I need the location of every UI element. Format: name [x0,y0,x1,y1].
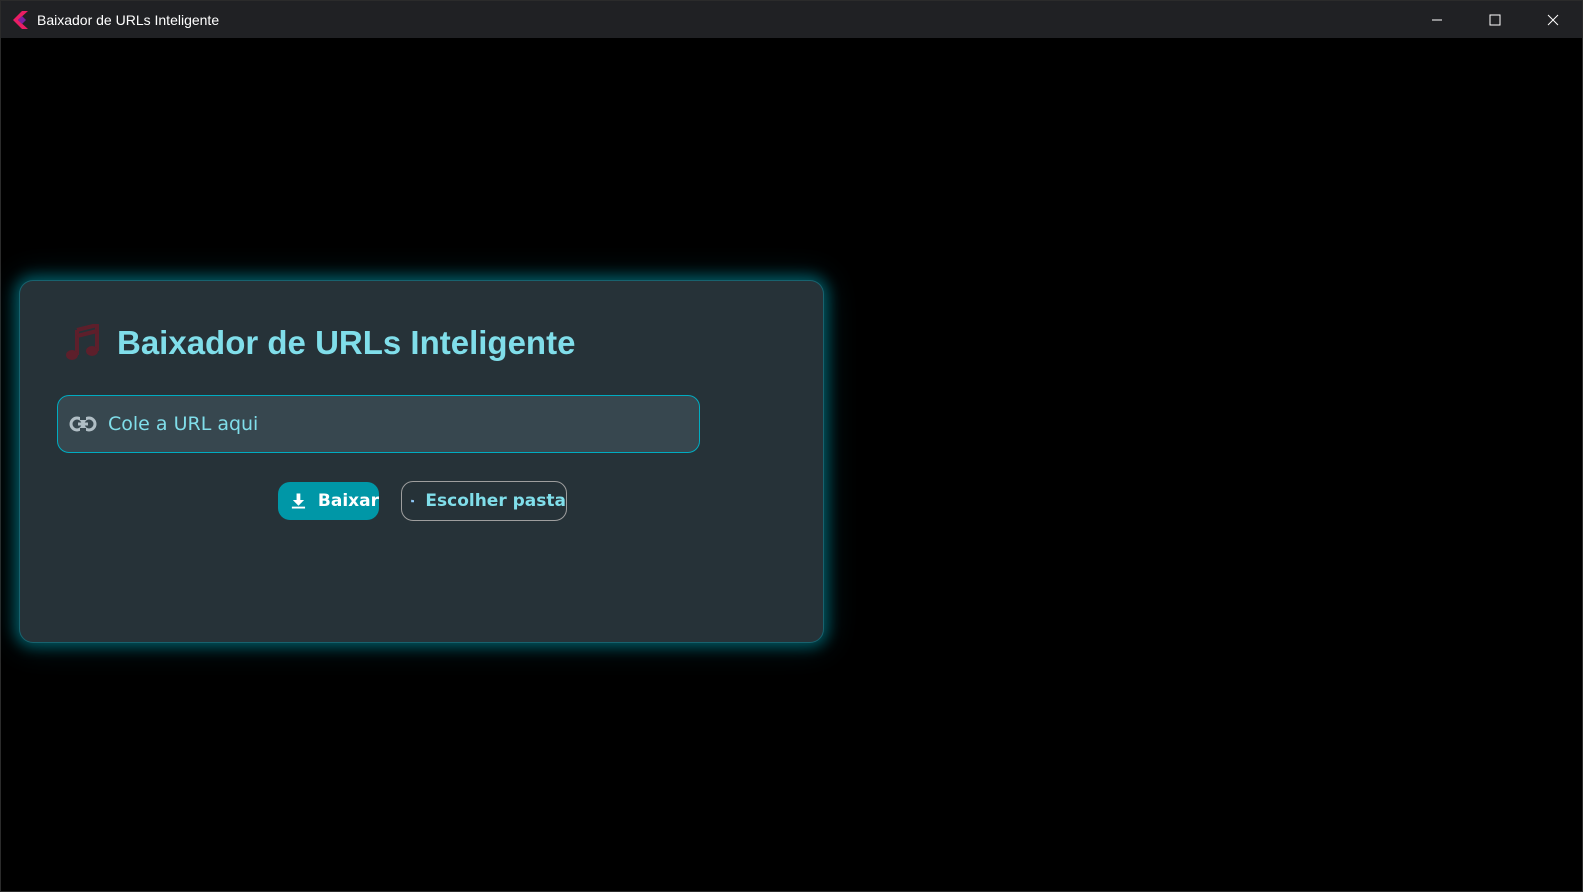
url-input[interactable] [108,413,668,435]
download-button[interactable]: Baixar [278,482,379,520]
window-title: Baixador de URLs Inteligente [37,12,220,28]
maximize-icon [1489,14,1501,25]
download-button-label: Baixar [317,491,379,511]
download-icon [291,493,306,509]
choose-folder-button-label: Escolher pasta [425,491,566,511]
card-header: Baixador de URLs Inteligente [65,321,575,365]
link-icon [69,416,97,432]
title-bar: Baixador de URLs Inteligente [1,1,1582,38]
close-button[interactable] [1524,1,1582,38]
choose-folder-button[interactable]: Escolher pasta [401,481,567,521]
minimize-icon [1432,19,1442,20]
app-window: Baixador de URLs Inteligente Baixador de… [0,0,1583,892]
card-title: Baixador de URLs Inteligente [117,324,576,361]
minimize-button[interactable] [1408,1,1466,38]
flutter-app-icon [13,11,28,29]
downloader-card: Baixador de URLs Inteligente Baixar [19,280,824,643]
url-input-field[interactable] [57,395,700,453]
close-icon [1547,14,1559,25]
music-note-icon [66,324,99,360]
folder-icon [411,499,415,503]
maximize-button[interactable] [1466,1,1524,38]
